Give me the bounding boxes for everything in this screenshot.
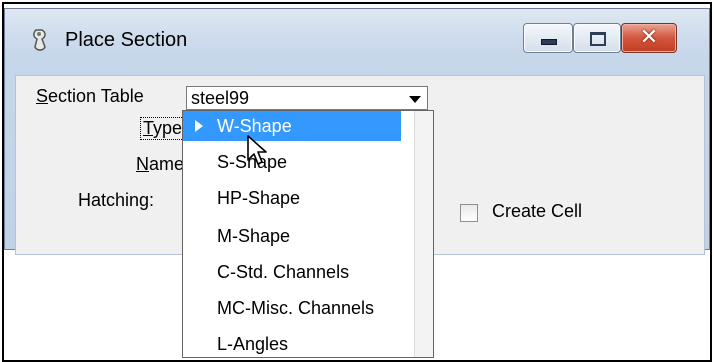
section-table-label-text: ection Table [48, 86, 144, 106]
dropdown-scrollbar[interactable] [414, 111, 433, 357]
dropdown-item-label: MC-Misc. Channels [217, 298, 375, 318]
type-dropdown-list[interactable]: W-Shape S-Shape HP-Shape M-Shape C-Std. … [182, 110, 434, 358]
dropdown-item-m-shape[interactable]: M-Shape [183, 221, 401, 251]
type-label-mnemonic: T [143, 118, 154, 138]
maximize-button[interactable] [573, 23, 621, 53]
create-cell-checkbox[interactable] [460, 204, 478, 222]
minimize-icon [541, 39, 557, 45]
dropdown-item-mc-misc-channels[interactable]: MC-Misc. Channels [183, 293, 401, 323]
name-label-mnemonic: N [136, 154, 149, 174]
section-table-select[interactable]: steel99 [186, 86, 428, 110]
create-cell-label[interactable]: Create Cell [492, 201, 582, 222]
hatching-label: Hatching: [78, 190, 155, 210]
dropdown-item-label: L-Angles [217, 334, 289, 354]
dropdown-item-label: C-Std. Channels [217, 262, 350, 282]
section-table-label: Section Table [36, 86, 144, 107]
dropdown-item-c-std-channels[interactable]: C-Std. Channels [183, 257, 401, 287]
chevron-down-icon[interactable] [409, 96, 421, 103]
dropdown-item-label: HP-Shape [217, 188, 301, 208]
close-icon: ✕ [639, 25, 659, 50]
section-table-label-mnemonic: S [36, 86, 49, 106]
section-tool-icon [33, 29, 46, 51]
mouse-pointer-icon [247, 135, 267, 165]
dropdown-item-s-shape[interactable]: S-Shape [183, 147, 401, 177]
dropdown-item-label: M-Shape [217, 226, 291, 246]
minimize-button[interactable] [523, 23, 573, 53]
selected-arrow-icon [195, 120, 203, 132]
maximize-icon [590, 32, 606, 46]
dropdown-item-l-angles[interactable]: L-Angles [183, 329, 401, 357]
dropdown-item-w-shape[interactable]: W-Shape [183, 111, 401, 141]
window-title: Place Section [65, 29, 188, 51]
dropdown-item-hp-shape[interactable]: HP-Shape [183, 183, 401, 213]
close-button[interactable]: ✕ [621, 23, 677, 53]
dropdown-item-label: W-Shape [217, 116, 292, 136]
section-table-value: steel99 [191, 88, 250, 108]
